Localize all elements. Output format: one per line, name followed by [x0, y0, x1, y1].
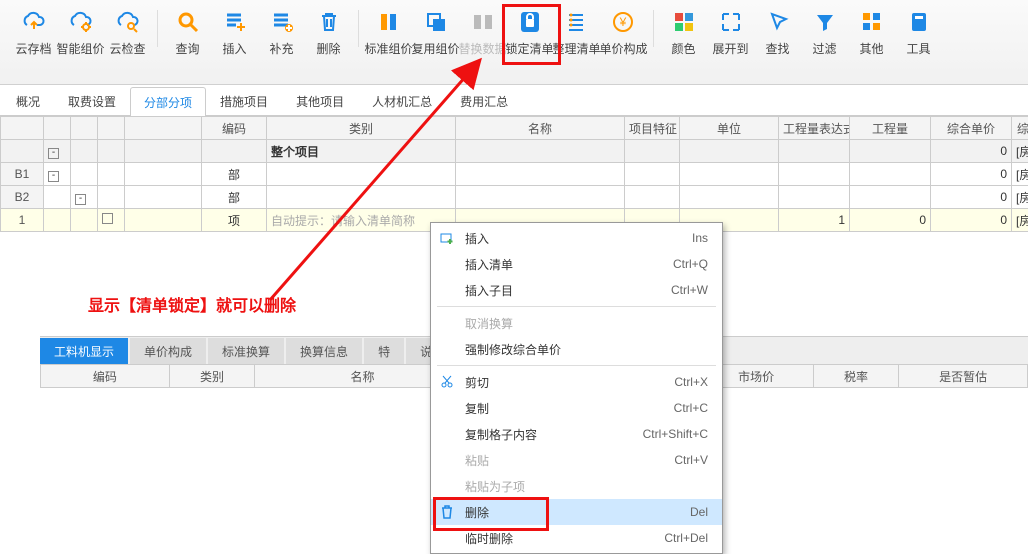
menu-item-12[interactable]: 删除Del [431, 499, 722, 525]
expand-icon [717, 8, 745, 36]
toolbar-trash[interactable]: 删除 [305, 6, 352, 57]
toolbar-price[interactable]: ¥单价构成 [600, 6, 647, 57]
menu-item-8[interactable]: 复制Ctrl+C [431, 395, 722, 421]
toolbar-expand[interactable]: 展开到 [707, 6, 754, 57]
menu-item-1[interactable]: 插入清单Ctrl+Q [431, 251, 722, 277]
tab-0[interactable]: 概况 [2, 86, 54, 115]
menu-item-4: 取消换算 [431, 310, 722, 336]
price-icon: ¥ [610, 8, 638, 36]
toolbar-tool[interactable]: 工具 [895, 6, 942, 57]
tab-2[interactable]: 分部分项 [130, 87, 206, 116]
cut-icon [439, 374, 455, 390]
toolbar-cloud-search[interactable]: 云检查 [104, 6, 151, 57]
table-row[interactable]: B2-部0[房屋 [1, 186, 1028, 209]
menu-item-5[interactable]: 强制修改综合单价 [431, 336, 722, 362]
toolbar: 云存档智能组价云检查查询插入补充删除标准组价复用组价替换数据锁定清单整理清单¥单… [0, 0, 1028, 85]
tab-bar: 概况取费设置分部分项措施项目其他项目人材机汇总费用汇总 [0, 85, 1028, 116]
search-icon [174, 8, 202, 36]
tab-6[interactable]: 费用汇总 [446, 86, 522, 115]
sub-col-header[interactable]: 类别 [169, 365, 254, 388]
col-header[interactable] [125, 117, 202, 140]
col-header[interactable]: 综合合价 [1012, 117, 1028, 140]
toolbar-palette[interactable]: 颜色 [660, 6, 707, 57]
col-header[interactable]: 编码 [202, 117, 267, 140]
menu-item-7[interactable]: 剪切Ctrl+X [431, 369, 722, 395]
col-header[interactable]: 项目特征 [625, 117, 680, 140]
toolbar-grid[interactable]: 其他 [848, 6, 895, 57]
subtab-3[interactable]: 换算信息 [286, 338, 362, 364]
col-header[interactable]: 工程量 [850, 117, 931, 140]
table-row[interactable]: B1-部0[房屋 [1, 163, 1028, 186]
menu-item-0[interactable]: 插入Ins [431, 225, 722, 251]
menu-item-13[interactable]: 临时删除Ctrl+Del [431, 525, 722, 551]
toolbar-sort[interactable]: 整理清单 [553, 6, 600, 57]
tool-icon [905, 8, 933, 36]
reuse-icon [422, 8, 450, 36]
cloud-gear-icon [67, 8, 95, 36]
col-header[interactable]: 单位 [680, 117, 779, 140]
std-icon [375, 8, 403, 36]
trash-icon [315, 8, 343, 36]
cloud-search-icon [114, 8, 142, 36]
toolbar-list-plus[interactable]: 插入 [211, 6, 258, 57]
tab-5[interactable]: 人材机汇总 [358, 86, 446, 115]
col-header[interactable]: 类别 [267, 117, 456, 140]
toolbar-list-add[interactable]: 补充 [258, 6, 305, 57]
toolbar-lock[interactable]: 锁定清单 [506, 6, 553, 57]
sub-col-header[interactable]: 是否暂估 [899, 365, 1028, 388]
sub-col-header[interactable]: 编码 [41, 365, 170, 388]
menu-item-10: 粘贴Ctrl+V [431, 447, 722, 473]
col-header[interactable]: 名称 [456, 117, 625, 140]
toolbar-cloud-gear[interactable]: 智能组价 [57, 6, 104, 57]
lock-icon [516, 8, 544, 36]
plus-icon [439, 230, 455, 246]
toolbar-std[interactable]: 标准组价 [365, 6, 412, 57]
subtab-0[interactable]: 工料机显示 [40, 338, 128, 364]
palette-icon [670, 8, 698, 36]
col-header[interactable]: 工程量表达式 [779, 117, 850, 140]
menu-item-11: 粘贴为子项 [431, 473, 722, 499]
toolbar-swap[interactable]: 替换数据 [459, 6, 506, 57]
main-grid[interactable]: 编码类别名称项目特征单位工程量表达式工程量综合单价综合合价-整个项目0[房屋B1… [0, 116, 1028, 232]
menu-item-9[interactable]: 复制格子内容Ctrl+Shift+C [431, 421, 722, 447]
list-add-icon [268, 8, 296, 36]
toolbar-cloud-up[interactable]: 云存档 [10, 6, 57, 57]
svg-text:¥: ¥ [618, 15, 626, 29]
annotation-text: 显示【清单锁定】就可以删除 [88, 292, 296, 316]
toolbar-search[interactable]: 查询 [164, 6, 211, 57]
context-menu[interactable]: 插入Ins插入清单Ctrl+Q插入子目Ctrl+W 取消换算强制修改综合单价剪切C… [430, 222, 723, 554]
tab-3[interactable]: 措施项目 [206, 86, 282, 115]
toolbar-find[interactable]: 查找 [754, 6, 801, 57]
trash-blue-icon [439, 504, 455, 520]
subtab-2[interactable]: 标准换算 [208, 338, 284, 364]
tab-1[interactable]: 取费设置 [54, 86, 130, 115]
subtab-4[interactable]: 特 [364, 338, 404, 364]
col-header[interactable]: 综合单价 [931, 117, 1012, 140]
subtab-1[interactable]: 单价构成 [130, 338, 206, 364]
cloud-up-icon [20, 8, 48, 36]
sub-col-header[interactable]: 税率 [813, 365, 898, 388]
toolbar-filter[interactable]: 过滤 [801, 6, 848, 57]
tab-4[interactable]: 其他项目 [282, 86, 358, 115]
sort-icon [563, 8, 591, 36]
toolbar-reuse[interactable]: 复用组价 [412, 6, 459, 57]
find-icon [764, 8, 792, 36]
filter-icon [811, 8, 839, 36]
swap-icon [469, 8, 497, 36]
grid-icon [858, 8, 886, 36]
list-plus-icon [221, 8, 249, 36]
table-row[interactable]: -整个项目0[房屋 [1, 140, 1028, 163]
menu-item-2[interactable]: 插入子目Ctrl+W [431, 277, 722, 303]
